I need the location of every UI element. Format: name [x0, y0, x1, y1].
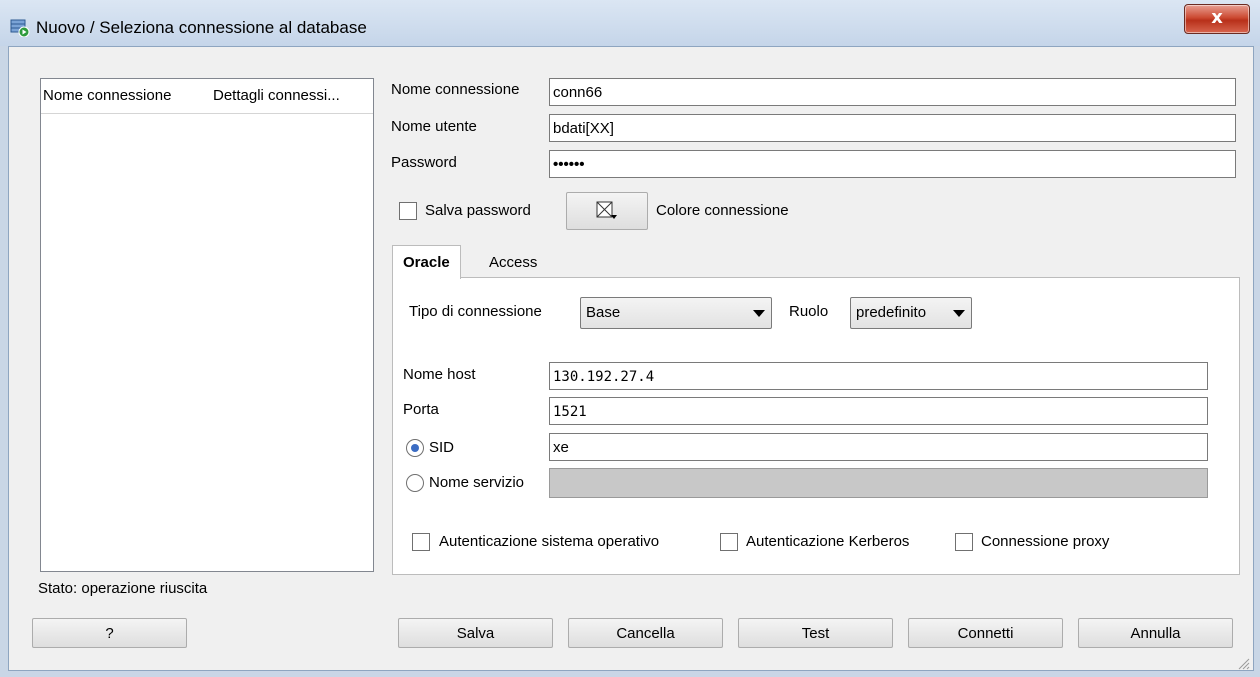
connection-type-select[interactable]: Base — [580, 297, 772, 329]
connection-color-label: Colore connessione — [656, 202, 789, 219]
tab-oracle[interactable]: Oracle — [392, 245, 461, 279]
hostname-input[interactable]: 130.192.27.4 — [549, 362, 1208, 390]
sid-input[interactable]: xe — [549, 433, 1208, 461]
help-button[interactable]: ? — [32, 618, 187, 648]
status-text: Stato: operazione riuscita — [38, 580, 208, 597]
service-name-input — [549, 468, 1208, 498]
os-auth-checkbox[interactable] — [412, 533, 430, 551]
resize-grip-icon[interactable] — [1236, 656, 1250, 670]
connection-name-input[interactable]: conn66 — [549, 78, 1236, 106]
test-button[interactable]: Test — [738, 618, 893, 648]
clear-button[interactable]: Cancella — [568, 618, 723, 648]
connection-color-button[interactable] — [566, 192, 648, 230]
username-input[interactable]: bdati[XX] — [549, 114, 1236, 142]
close-icon: x — [1211, 7, 1223, 28]
proxy-checkbox[interactable] — [955, 533, 973, 551]
sid-radio[interactable] — [406, 439, 424, 457]
color-picker-icon — [596, 201, 617, 219]
column-header-details[interactable]: Dettagli connessi... — [211, 79, 373, 114]
connect-button[interactable]: Connetti — [908, 618, 1063, 648]
port-label: Porta — [403, 401, 439, 418]
proxy-label[interactable]: Connessione proxy — [981, 533, 1109, 550]
service-name-radio[interactable] — [406, 474, 424, 492]
sid-label[interactable]: SID — [429, 439, 454, 456]
chevron-down-icon — [753, 310, 765, 317]
save-button[interactable]: Salva — [398, 618, 553, 648]
connections-list[interactable]: Nome connessione Dettagli connessi... — [40, 78, 374, 572]
kerberos-checkbox[interactable] — [720, 533, 738, 551]
tab-access[interactable]: Access — [479, 246, 547, 279]
kerberos-label[interactable]: Autenticazione Kerberos — [746, 533, 909, 550]
save-password-checkbox[interactable] — [399, 202, 417, 220]
service-name-label[interactable]: Nome servizio — [429, 474, 524, 491]
connection-type-label: Tipo di connessione — [409, 303, 542, 320]
hostname-label: Nome host — [403, 366, 476, 383]
column-header-name[interactable]: Nome connessione — [41, 79, 212, 114]
window-title: Nuovo / Seleziona connessione al databas… — [36, 18, 367, 37]
port-input[interactable]: 1521 — [549, 397, 1208, 425]
cancel-button[interactable]: Annulla — [1078, 618, 1233, 648]
title-bar[interactable]: Nuovo / Seleziona connessione al databas… — [0, 0, 1260, 46]
database-connect-icon — [10, 19, 30, 37]
os-auth-label[interactable]: Autenticazione sistema operativo — [439, 533, 659, 550]
connection-name-label: Nome connessione — [391, 81, 520, 98]
role-label: Ruolo — [789, 303, 829, 320]
password-label: Password — [391, 154, 457, 171]
password-input[interactable]: •••••• — [549, 150, 1236, 178]
tab-panel — [392, 277, 1240, 575]
role-value: predefinito — [856, 304, 927, 321]
close-button[interactable]: x — [1184, 4, 1250, 34]
connection-type-value: Base — [586, 304, 621, 321]
role-select[interactable]: predefinito — [850, 297, 972, 329]
username-label: Nome utente — [391, 118, 477, 135]
chevron-down-icon — [953, 310, 965, 317]
save-password-label[interactable]: Salva password — [425, 202, 531, 219]
